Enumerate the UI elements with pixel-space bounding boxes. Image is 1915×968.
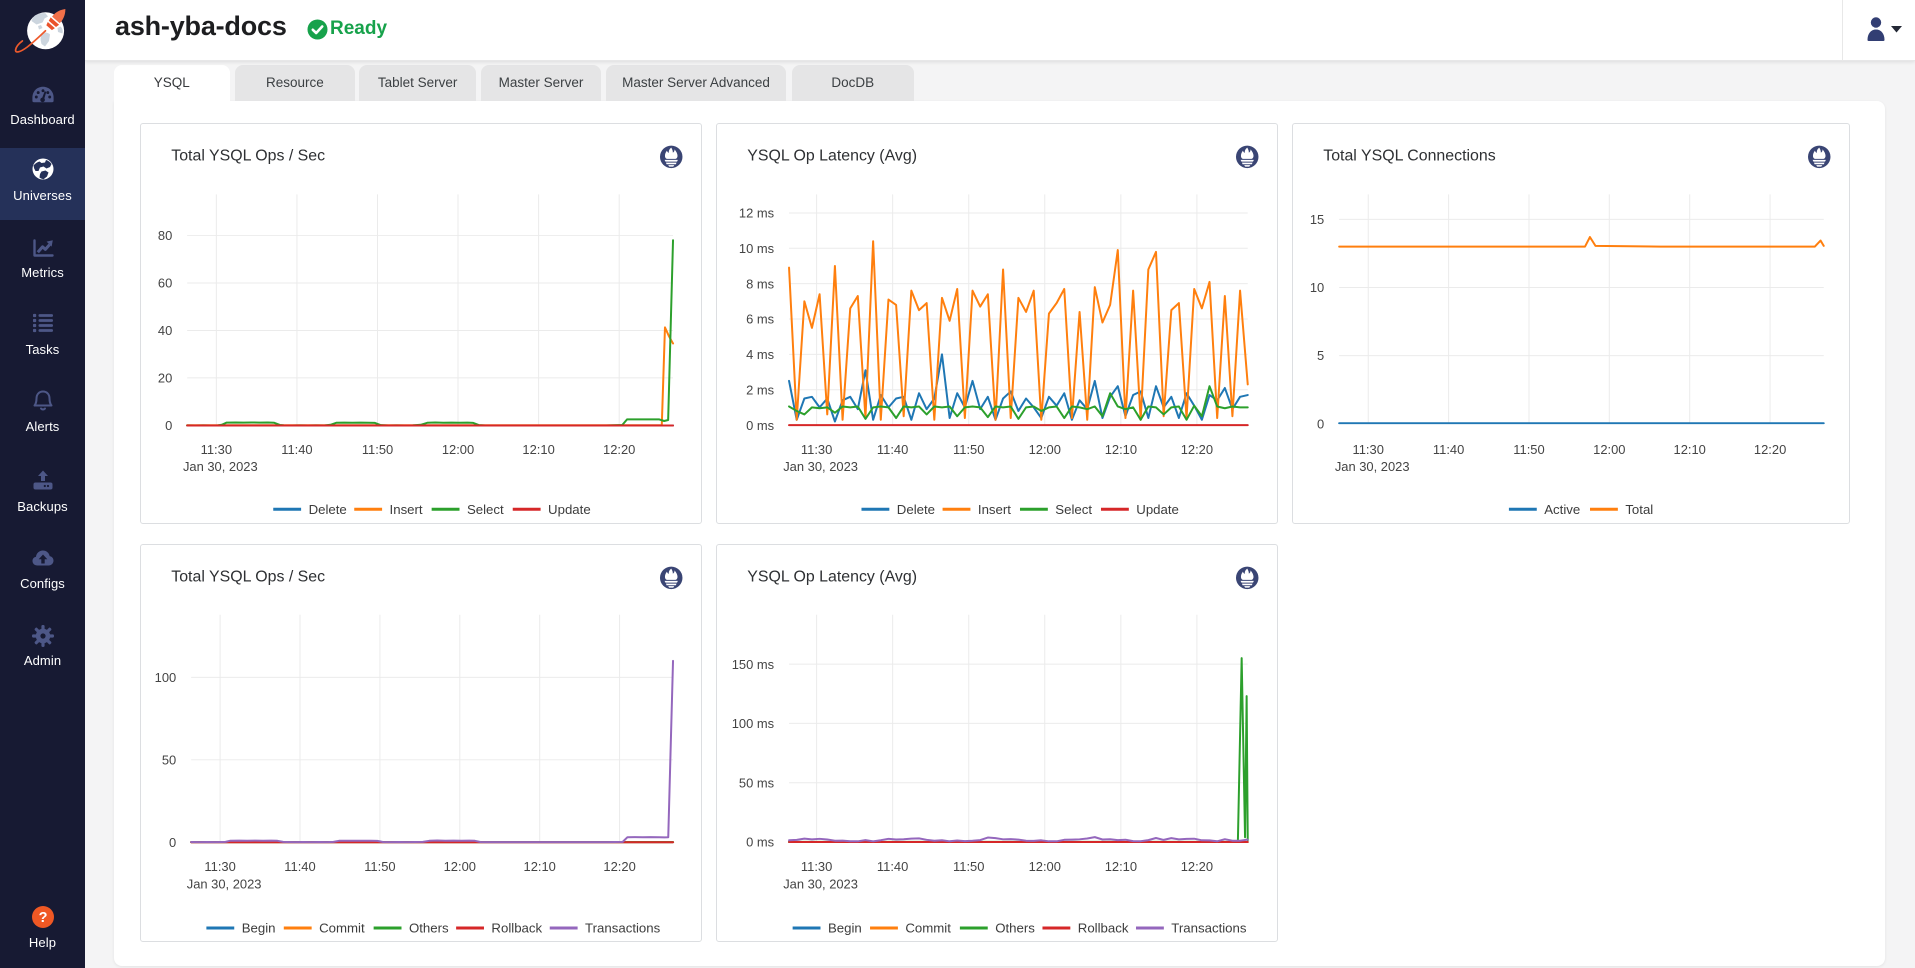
svg-text:11:50: 11:50 — [953, 442, 984, 457]
svg-text:10 ms: 10 ms — [739, 241, 774, 256]
svg-text:0: 0 — [169, 834, 176, 849]
svg-text:Total: Total — [1625, 502, 1653, 517]
svg-text:11:40: 11:40 — [284, 859, 315, 874]
svg-text:2 ms: 2 ms — [746, 383, 774, 398]
svg-text:Delete: Delete — [897, 502, 935, 517]
svg-text:Jan 30, 2023: Jan 30, 2023 — [187, 876, 262, 891]
svg-text:11:30: 11:30 — [801, 859, 832, 874]
svg-text:11:50: 11:50 — [1513, 442, 1544, 457]
svg-text:Insert: Insert — [978, 502, 1011, 517]
svg-text:12:20: 12:20 — [1181, 442, 1213, 457]
svg-text:12:00: 12:00 — [1029, 442, 1061, 457]
svg-text:0 ms: 0 ms — [746, 834, 774, 849]
svg-text:Begin: Begin — [828, 920, 862, 935]
svg-text:12:10: 12:10 — [1105, 442, 1137, 457]
svg-text:?: ? — [38, 910, 47, 926]
svg-text:10: 10 — [1310, 280, 1324, 295]
svg-text:40: 40 — [158, 323, 172, 338]
svg-text:150 ms: 150 ms — [732, 656, 774, 671]
svg-text:0 ms: 0 ms — [746, 418, 774, 433]
svg-text:Begin: Begin — [242, 920, 276, 935]
svg-text:Commit: Commit — [319, 920, 365, 935]
svg-text:12:00: 12:00 — [1029, 859, 1061, 874]
svg-text:11:30: 11:30 — [801, 442, 832, 457]
svg-text:12:20: 12:20 — [1754, 442, 1786, 457]
svg-text:4 ms: 4 ms — [746, 347, 774, 362]
svg-text:Delete: Delete — [309, 502, 347, 517]
svg-text:6 ms: 6 ms — [746, 312, 774, 327]
svg-text:Rollback: Rollback — [1078, 920, 1129, 935]
svg-text:Select: Select — [467, 502, 504, 517]
svg-text:11:30: 11:30 — [204, 859, 235, 874]
svg-text:12:10: 12:10 — [524, 859, 556, 874]
svg-text:0: 0 — [165, 418, 172, 433]
svg-text:Jan 30, 2023: Jan 30, 2023 — [783, 876, 858, 891]
svg-text:20: 20 — [158, 371, 172, 386]
svg-text:12:10: 12:10 — [1105, 859, 1137, 874]
svg-text:12:00: 12:00 — [1593, 442, 1625, 457]
svg-text:50: 50 — [162, 752, 176, 767]
svg-text:50 ms: 50 ms — [739, 775, 774, 790]
svg-text:Transactions: Transactions — [1171, 920, 1247, 935]
svg-text:0: 0 — [1317, 417, 1324, 432]
svg-text:Others: Others — [409, 920, 449, 935]
svg-text:Update: Update — [548, 502, 591, 517]
svg-text:YSQL Op Latency (Avg): YSQL Op Latency (Avg) — [747, 148, 917, 165]
svg-text:Total YSQL Ops / Sec: Total YSQL Ops / Sec — [171, 568, 325, 585]
svg-text:80: 80 — [158, 228, 172, 243]
svg-text:Select: Select — [1055, 502, 1092, 517]
svg-text:11:50: 11:50 — [362, 442, 393, 457]
svg-text:15: 15 — [1310, 212, 1324, 227]
svg-text:YSQL Op Latency (Avg): YSQL Op Latency (Avg) — [747, 568, 917, 585]
svg-text:Total YSQL Connections: Total YSQL Connections — [1323, 148, 1495, 165]
svg-text:12:10: 12:10 — [1674, 442, 1706, 457]
svg-text:12:00: 12:00 — [442, 442, 474, 457]
svg-text:Transactions: Transactions — [585, 920, 661, 935]
svg-text:Jan 30, 2023: Jan 30, 2023 — [1335, 459, 1410, 474]
svg-text:100 ms: 100 ms — [732, 716, 774, 731]
svg-text:5: 5 — [1317, 349, 1324, 364]
svg-text:11:50: 11:50 — [364, 859, 395, 874]
svg-text:Jan 30, 2023: Jan 30, 2023 — [783, 459, 858, 474]
svg-text:Jan 30, 2023: Jan 30, 2023 — [183, 459, 258, 474]
svg-text:12:00: 12:00 — [444, 859, 476, 874]
svg-text:8 ms: 8 ms — [746, 277, 774, 292]
svg-text:11:40: 11:40 — [1433, 442, 1464, 457]
svg-text:12:20: 12:20 — [603, 442, 635, 457]
svg-text:Active: Active — [1544, 502, 1580, 517]
svg-text:Rollback: Rollback — [491, 920, 542, 935]
svg-text:11:30: 11:30 — [201, 442, 232, 457]
svg-text:12:20: 12:20 — [1181, 859, 1213, 874]
svg-text:11:40: 11:40 — [877, 859, 908, 874]
svg-text:Insert: Insert — [390, 502, 423, 517]
svg-text:12:10: 12:10 — [522, 442, 554, 457]
svg-text:11:40: 11:40 — [281, 442, 312, 457]
svg-text:Update: Update — [1136, 502, 1179, 517]
svg-text:Total YSQL Ops / Sec: Total YSQL Ops / Sec — [171, 148, 325, 165]
svg-text:11:50: 11:50 — [953, 859, 984, 874]
svg-text:100: 100 — [155, 670, 177, 685]
svg-text:Commit: Commit — [905, 920, 951, 935]
svg-text:Others: Others — [995, 920, 1035, 935]
svg-text:12:20: 12:20 — [603, 859, 635, 874]
svg-text:11:30: 11:30 — [1353, 442, 1384, 457]
svg-text:12 ms: 12 ms — [739, 206, 774, 221]
svg-text:11:40: 11:40 — [877, 442, 908, 457]
svg-text:60: 60 — [158, 276, 172, 291]
